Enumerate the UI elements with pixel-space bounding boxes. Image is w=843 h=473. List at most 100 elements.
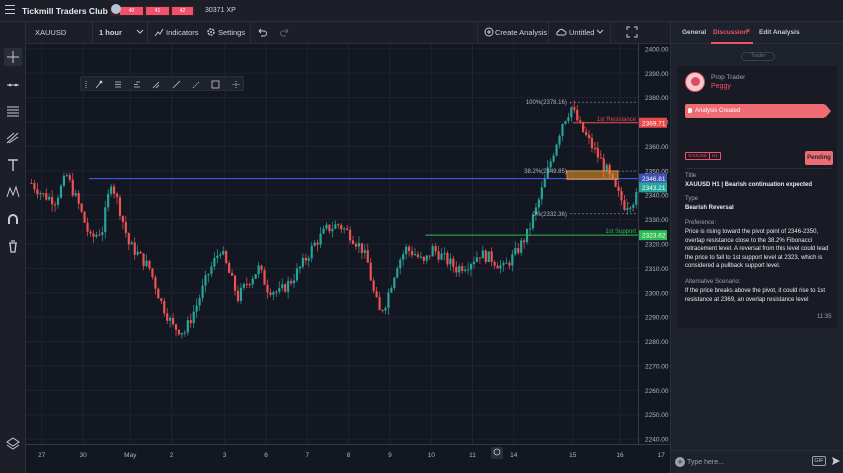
- gear-icon[interactable]: [206, 27, 216, 39]
- chart-area[interactable]: 100%(2378.16) 38.2%(2349.85) 0%(2332.36) 1s…: [26, 44, 638, 444]
- trend-line-tool-icon[interactable]: [4, 75, 22, 93]
- alternative-label: Alternative Scenario:: [685, 279, 741, 285]
- layers-icon[interactable]: [4, 434, 22, 452]
- rank-badge-icon: [111, 4, 121, 14]
- candle: [133, 242, 136, 255]
- time-axis[interactable]: 27 30 May 2 3 6 7 8 9 10 11 14 15 16 17: [26, 444, 670, 462]
- candle: [475, 257, 478, 262]
- candle: [505, 262, 508, 264]
- price-tick-label: 2280.00: [645, 339, 669, 346]
- candle: [189, 320, 192, 324]
- candle: [528, 228, 532, 230]
- price-tick-label: 2360.00: [645, 144, 669, 151]
- candle: [290, 280, 293, 284]
- price-tick-label: 2340.00: [645, 193, 669, 200]
- price-tick-label: 2400.00: [645, 46, 669, 53]
- candle: [428, 255, 431, 257]
- crosshair-tool-icon[interactable]: [4, 48, 22, 66]
- candle: [71, 179, 74, 196]
- gif-button[interactable]: GIF: [812, 456, 826, 466]
- candle: [322, 228, 325, 234]
- candle: [198, 298, 201, 306]
- author-role: Prop Trader: [711, 74, 746, 81]
- trader-filter-pill[interactable]: Trader: [741, 52, 775, 61]
- price-tick-label: 2300.00: [645, 290, 669, 297]
- candle: [623, 200, 626, 210]
- time-tick-label: 7: [305, 452, 309, 459]
- candle: [425, 255, 428, 261]
- price-chart[interactable]: 100%(2378.16) 38.2%(2349.85) 0%(2332.36) 1s…: [26, 44, 638, 444]
- hamburger-menu-icon[interactable]: [5, 5, 15, 15]
- candle: [174, 324, 178, 330]
- candle: [461, 266, 464, 271]
- add-attachment-icon[interactable]: +: [675, 457, 685, 467]
- candle: [248, 284, 251, 286]
- top-bar: Tickmill Traders Club 40 41 42 30371 XP: [0, 0, 843, 22]
- time-tick-label: 16: [616, 452, 624, 459]
- candle: [514, 248, 517, 255]
- indicators-icon[interactable]: [154, 27, 164, 39]
- time-tick-label: 8: [347, 452, 351, 459]
- candle: [499, 265, 502, 269]
- type-label: Type: [685, 196, 699, 202]
- layout-name[interactable]: Untitled: [569, 28, 594, 37]
- price-label: 2369.71: [642, 120, 666, 127]
- candle: [225, 251, 228, 263]
- text-tool-icon[interactable]: [4, 156, 22, 174]
- candle: [576, 109, 579, 121]
- indicators-button[interactable]: Indicators: [166, 28, 199, 37]
- fullscreen-icon[interactable]: [626, 26, 638, 40]
- candle: [408, 246, 411, 251]
- candle: [360, 243, 363, 253]
- candle: [369, 262, 372, 281]
- xp-progress-bar: 40 41 42: [110, 6, 195, 16]
- candle: [502, 262, 505, 266]
- candle: [593, 148, 596, 150]
- candle: [617, 186, 620, 192]
- candle: [219, 254, 222, 256]
- candle: [384, 307, 387, 311]
- symbol-selector[interactable]: XAUUSD: [35, 28, 66, 37]
- interval-selector[interactable]: 1 hour: [99, 28, 122, 37]
- pitchfork-tool-icon[interactable]: [4, 129, 22, 147]
- preference-text: Price is rising toward the pivot point o…: [685, 229, 829, 269]
- candle: [239, 287, 242, 301]
- candle: [626, 207, 629, 210]
- candle: [590, 138, 594, 149]
- candle: [204, 275, 207, 286]
- candle: [340, 224, 343, 230]
- undo-icon[interactable]: [257, 27, 267, 39]
- candle: [523, 240, 526, 243]
- preference-label: Preference:: [685, 220, 717, 226]
- trash-icon[interactable]: [4, 237, 22, 255]
- tab-discussion[interactable]: Discussion: [713, 29, 748, 36]
- author-name[interactable]: Peggy: [711, 83, 731, 90]
- tab-edit-analysis[interactable]: Edit Analysis: [759, 29, 800, 36]
- settings-button[interactable]: Settings: [218, 28, 245, 37]
- analysis-panel: General Discussion × Edit Analysis Trade…: [670, 22, 843, 473]
- candle: [378, 297, 381, 311]
- redo-icon[interactable]: [280, 27, 290, 39]
- close-tab-icon[interactable]: ×: [746, 28, 750, 35]
- create-analysis-button[interactable]: Create Analysis: [495, 28, 547, 37]
- send-icon[interactable]: [831, 456, 841, 466]
- avatar: [685, 72, 705, 92]
- horizontal-lines-tool-icon[interactable]: [4, 102, 22, 120]
- message-input[interactable]: [687, 455, 805, 469]
- chevron-down-icon[interactable]: [596, 26, 604, 38]
- analysis-created-banner: Analysis Created: [685, 104, 825, 118]
- candle: [222, 251, 225, 255]
- candle: [272, 292, 275, 295]
- candle: [169, 317, 172, 321]
- magnet-tool-icon[interactable]: [4, 210, 22, 228]
- tab-general[interactable]: General: [682, 29, 706, 36]
- analysis-message-card: Prop Trader Peggy Analysis Created XAUUS…: [677, 66, 837, 328]
- price-axis[interactable]: 2400.002390.002380.002370.002360.002350.…: [638, 44, 670, 444]
- time-tick-label: 17: [658, 452, 666, 459]
- pattern-tool-icon[interactable]: [4, 183, 22, 201]
- add-circle-icon[interactable]: [484, 27, 494, 39]
- candle: [118, 197, 122, 216]
- chevron-down-icon[interactable]: [136, 26, 144, 38]
- candle: [517, 248, 520, 253]
- cloud-icon[interactable]: [555, 27, 567, 39]
